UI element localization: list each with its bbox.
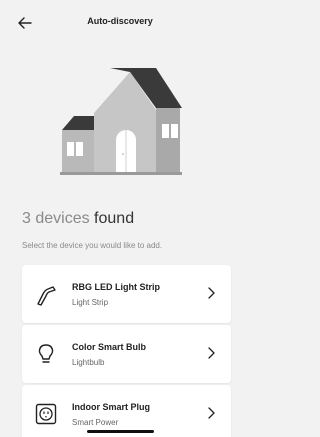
chevron-right-icon <box>208 287 215 299</box>
found-label: found <box>94 210 135 227</box>
instruction-text: Select the device you would like to add. <box>22 241 163 250</box>
device-type: Lightbulb <box>72 358 105 367</box>
chevron-right-icon <box>208 407 215 419</box>
page-title: Auto-discovery <box>87 16 153 26</box>
device-name: Indoor Smart Plug <box>72 402 151 412</box>
chevron-right-icon <box>208 347 215 359</box>
device-type: Light Strip <box>72 298 109 307</box>
devices-found-heading: 3 devices found <box>22 210 134 228</box>
header: Auto-discovery <box>0 0 240 46</box>
lightbulb-icon <box>38 344 54 363</box>
device-name: Color Smart Bulb <box>72 342 147 352</box>
device-card-light-strip[interactable]: RBG LED Light Strip Light Strip <box>22 265 231 323</box>
device-card-bulb[interactable]: Color Smart Bulb Lightbulb <box>22 325 231 383</box>
smart-plug-icon <box>35 403 57 425</box>
light-strip-icon <box>37 286 56 306</box>
device-type: Smart Power <box>72 418 119 427</box>
device-count: 3 devices <box>22 210 90 227</box>
auto-discovery-screen: Auto-discovery 3 devices found Select th… <box>0 0 240 437</box>
house-icon <box>60 68 182 175</box>
home-indicator[interactable] <box>87 430 154 433</box>
device-name: RBG LED Light Strip <box>72 282 160 292</box>
